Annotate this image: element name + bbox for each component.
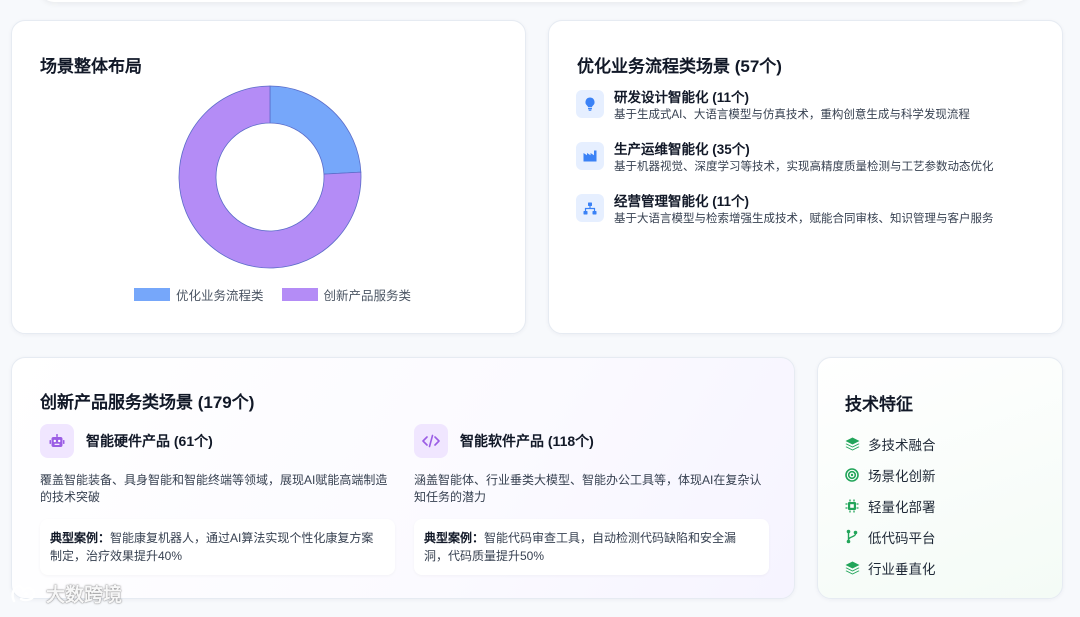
optimization-item-title: 生产运维智能化 (35个) bbox=[614, 142, 750, 157]
code-icon bbox=[414, 424, 448, 458]
optimization-item-title: 经营管理智能化 (11个) bbox=[614, 194, 750, 209]
top-card-edge bbox=[40, 0, 1030, 2]
case-label: 典型案例： bbox=[424, 531, 485, 545]
layout-card: 场景整体布局 优化业务流程类 创新产品服务类 bbox=[11, 20, 526, 334]
legend-swatch bbox=[134, 288, 170, 301]
optimization-item-desc: 基于生成式AI、大语言模型与仿真技术，重构创意生成与科学发现流程 bbox=[614, 109, 970, 121]
tech-item-label: 场景化创新 bbox=[868, 468, 936, 484]
case-box: 典型案例：智能康复机器人，通过AI算法实现个性化康复方案制定，治疗效果提升40% bbox=[40, 519, 395, 575]
legend-label: 优化业务流程类 bbox=[176, 289, 264, 303]
tech-item: 轻量化部署 bbox=[844, 490, 936, 521]
layers-icon bbox=[844, 436, 860, 452]
optimization-card: 优化业务流程类场景 (57个) 研发设计智能化 (11个) 基于生成式AI、大语… bbox=[548, 20, 1063, 334]
legend-item-optimization[interactable]: 优化业务流程类 bbox=[134, 285, 264, 304]
tech-item: 行业垂直化 bbox=[844, 552, 936, 583]
layers-icon bbox=[844, 560, 860, 576]
tech-item: 场景化创新 bbox=[844, 459, 936, 490]
branch-icon bbox=[844, 529, 860, 545]
optimization-item: 生产运维智能化 (35个) 基于机器视觉、深度学习等技术，实现高精度质量检测与工… bbox=[576, 141, 994, 175]
lightbulb-icon bbox=[576, 90, 604, 118]
tech-card: 技术特征 多技术融合 场景化创新 轻量化部署 低代码平台 行业垂直化 bbox=[817, 357, 1063, 599]
case-label: 典型案例： bbox=[50, 531, 111, 545]
product-title: 智能硬件产品 (61个) bbox=[86, 433, 213, 449]
org-chart-icon bbox=[576, 194, 604, 222]
optimization-item-title: 研发设计智能化 (11个) bbox=[614, 90, 750, 105]
chip-icon bbox=[844, 498, 860, 514]
legend-swatch bbox=[281, 288, 318, 301]
optimization-item: 经营管理智能化 (11个) 基于大语言模型与检索增强生成技术，赋能合同审核、知识… bbox=[576, 193, 994, 227]
target-icon bbox=[844, 467, 860, 483]
product-software: 智能软件产品 (118个) 涵盖智能体、行业垂类大模型、智能办公工具等，体现AI… bbox=[414, 424, 769, 575]
optimization-item-desc: 基于大语言模型与检索增强生成技术，赋能合同审核、知识管理与客户服务 bbox=[614, 213, 994, 225]
watermark: 大数跨境 bbox=[10, 580, 122, 607]
optimization-item: 研发设计智能化 (11个) 基于生成式AI、大语言模型与仿真技术，重构创意生成与… bbox=[576, 89, 970, 123]
tech-item-label: 低代码平台 bbox=[868, 530, 936, 546]
product-desc: 覆盖智能装备、具身智能和智能终端等领域，展现AI赋能高端制造的技术突破 bbox=[40, 473, 388, 504]
donut-slice-1[interactable] bbox=[269, 85, 362, 175]
product-desc: 涵盖智能体、行业垂类大模型、智能办公工具等，体现AI在复杂认知任务的潜力 bbox=[414, 473, 762, 504]
product-title: 智能软件产品 (118个) bbox=[460, 433, 594, 449]
factory-icon bbox=[576, 142, 604, 170]
innovation-card: 创新产品服务类场景 (179个) 智能硬件产品 (61个) 覆盖智能装备、具身智… bbox=[11, 357, 795, 599]
tech-item-label: 轻量化部署 bbox=[868, 499, 936, 515]
layout-card-title: 场景整体布局 bbox=[40, 57, 142, 76]
watermark-text: 大数跨境 bbox=[46, 585, 123, 606]
legend-item-innovation[interactable]: 创新产品服务类 bbox=[281, 285, 412, 304]
robot-icon bbox=[40, 424, 74, 458]
tech-item: 低代码平台 bbox=[844, 521, 936, 552]
optimization-card-title: 优化业务流程类场景 (57个) bbox=[577, 57, 782, 76]
donut-chart[interactable] bbox=[178, 85, 362, 269]
optimization-item-desc: 基于机器视觉、深度学习等技术，实现高精度质量检测与工艺参数动态优化 bbox=[614, 161, 994, 173]
chart-legend: 优化业务流程类 创新产品服务类 bbox=[134, 285, 411, 304]
watermark-logo-icon bbox=[11, 584, 36, 602]
product-hardware: 智能硬件产品 (61个) 覆盖智能装备、具身智能和智能终端等领域，展现AI赋能高… bbox=[40, 424, 395, 575]
tech-card-title: 技术特征 bbox=[845, 395, 913, 414]
tech-item-label: 多技术融合 bbox=[868, 437, 936, 453]
case-box: 典型案例：智能代码审查工具，自动检测代码缺陷和安全漏洞，代码质量提升50% bbox=[414, 519, 769, 575]
innovation-card-title: 创新产品服务类场景 (179个) bbox=[40, 393, 255, 412]
tech-list: 多技术融合 场景化创新 轻量化部署 低代码平台 行业垂直化 bbox=[844, 428, 936, 583]
tech-item-label: 行业垂直化 bbox=[868, 561, 936, 577]
legend-label: 创新产品服务类 bbox=[323, 289, 412, 303]
tech-item: 多技术融合 bbox=[844, 428, 936, 459]
